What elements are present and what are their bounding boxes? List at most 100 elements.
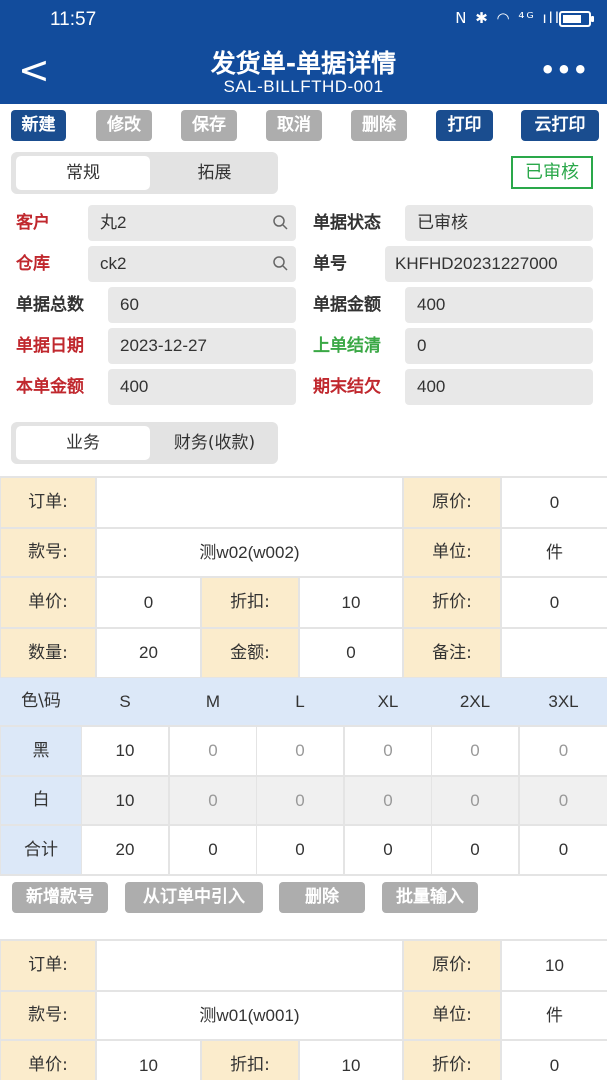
warehouse-field[interactable]: ck2: [88, 246, 296, 282]
import-from-order-button[interactable]: 从订单中引入: [125, 882, 263, 913]
size-qty-cell[interactable]: 0: [170, 727, 256, 775]
customer-field[interactable]: 丸2: [88, 205, 296, 241]
remark-label: 备注:: [404, 629, 500, 677]
cloud-print-button[interactable]: 云打印: [521, 110, 599, 141]
print-button[interactable]: 打印: [436, 110, 493, 141]
size-qty-cell[interactable]: 0: [345, 727, 431, 775]
tab-general[interactable]: 常规: [16, 156, 150, 190]
quantity-label: 数量:: [1, 629, 95, 677]
style-no-value[interactable]: 测w01(w001): [97, 992, 402, 1039]
app-header: 11:57 N ✱ ◠ ⁴ᴳ ıll < 发货单-单据详情 SAL-BILLFT…: [0, 0, 607, 104]
size-total-cell: 0: [432, 826, 518, 874]
unit-price-label: 单价:: [1, 1041, 95, 1080]
discount-value[interactable]: 10: [300, 1041, 402, 1080]
size-header: 3XL: [520, 678, 607, 725]
size-qty-cell[interactable]: 10: [82, 777, 168, 824]
unit-price-label: 单价:: [1, 578, 95, 627]
disc-price-label: 折价:: [404, 1041, 500, 1080]
size-qty-cell[interactable]: 0: [432, 777, 518, 824]
customer-value: 丸2: [100, 213, 127, 232]
disc-price-value[interactable]: 0: [502, 578, 607, 627]
bill-status-label: 单据状态: [313, 213, 381, 233]
discount-label: 折扣:: [202, 1041, 298, 1080]
size-header: M: [170, 678, 256, 725]
order-label: 订单:: [1, 941, 95, 990]
style-no-label: 款号:: [1, 992, 95, 1039]
size-total-cell: 20: [82, 826, 168, 874]
size-qty-cell[interactable]: 0: [257, 727, 343, 775]
size-qty-cell[interactable]: 10: [82, 727, 168, 775]
more-icon[interactable]: •••: [540, 56, 589, 84]
orig-price-value[interactable]: 10: [502, 941, 607, 990]
disc-price-label: 折价:: [404, 578, 500, 627]
tab-extension[interactable]: 拓展: [156, 156, 273, 190]
discount-value[interactable]: 10: [300, 578, 402, 627]
size-total-cell: 0: [170, 826, 256, 874]
size-qty-cell[interactable]: 0: [170, 777, 256, 824]
color-size-header: 色\码: [1, 678, 81, 725]
color-row-header: 黑: [1, 727, 81, 775]
save-button[interactable]: 保存: [181, 110, 237, 141]
end-balance-value: 400: [405, 369, 593, 405]
bill-date-label: 单据日期: [16, 336, 84, 356]
search-icon[interactable]: [272, 255, 288, 271]
amount-label: 金额:: [202, 629, 298, 677]
bill-no-label: 单号: [313, 254, 347, 274]
prev-balance-label: 上单结清: [313, 336, 381, 356]
unit-value[interactable]: 件: [502, 529, 607, 576]
status-time: 11:57: [50, 9, 97, 30]
bill-no-value: KHFHD20231227000: [385, 246, 593, 282]
bill-date-value[interactable]: 2023-12-27: [108, 328, 296, 364]
status-bar: 11:57 N ✱ ◠ ⁴ᴳ ıll: [0, 0, 607, 40]
page-title: 发货单-单据详情: [210, 49, 397, 78]
batch-input-button[interactable]: 批量输入: [382, 882, 478, 913]
remark-value[interactable]: [502, 629, 607, 677]
style-no-label: 款号:: [1, 529, 95, 576]
order-label: 订单:: [1, 478, 95, 527]
unit-value[interactable]: 件: [502, 992, 607, 1039]
delete-item-button[interactable]: 删除: [279, 882, 365, 913]
warehouse-label: 仓库: [16, 254, 50, 274]
system-status-icons: N ✱ ◠ ⁴ᴳ ıll: [455, 9, 561, 27]
status-badge: 已审核: [511, 156, 593, 189]
order-value[interactable]: [97, 478, 402, 527]
color-row-header: 白: [1, 777, 81, 824]
quantity-value: 20: [97, 629, 200, 677]
size-header: L: [257, 678, 343, 725]
edit-button[interactable]: 修改: [96, 110, 152, 141]
orig-price-value[interactable]: 0: [502, 478, 607, 527]
page-subtitle: SAL-BILLFTHD-001: [223, 77, 384, 96]
cancel-button[interactable]: 取消: [266, 110, 322, 141]
size-qty-cell[interactable]: 0: [257, 777, 343, 824]
delete-button[interactable]: 删除: [351, 110, 407, 141]
disc-price-value[interactable]: 0: [502, 1041, 607, 1080]
style-no-value[interactable]: 测w02(w002): [97, 529, 402, 576]
unit-label: 单位:: [404, 529, 500, 576]
size-qty-cell[interactable]: 0: [520, 727, 607, 775]
sub-tabs: 业务 财务(收款): [11, 422, 278, 464]
size-header: XL: [345, 678, 431, 725]
main-tabs: 常规 拓展: [11, 152, 278, 194]
bill-status-value: 已审核: [405, 205, 593, 241]
end-balance-label: 期末结欠: [313, 377, 381, 397]
orig-price-label: 原价:: [404, 478, 500, 527]
discount-label: 折扣:: [202, 578, 298, 627]
new-button[interactable]: 新建: [11, 110, 66, 141]
battery-icon: [559, 11, 594, 27]
prev-balance-value: 0: [405, 328, 593, 364]
tab-finance[interactable]: 财务(收款): [156, 426, 273, 460]
search-icon[interactable]: [272, 214, 288, 230]
customer-label: 客户: [16, 213, 50, 233]
size-qty-cell[interactable]: 0: [432, 727, 518, 775]
size-qty-cell[interactable]: 0: [345, 777, 431, 824]
unit-price-value[interactable]: 10: [97, 1041, 200, 1080]
tab-business[interactable]: 业务: [16, 426, 150, 460]
orig-price-label: 原价:: [404, 941, 500, 990]
order-value[interactable]: [97, 941, 402, 990]
unit-price-value[interactable]: 0: [97, 578, 200, 627]
total-qty-label: 单据总数: [16, 295, 84, 315]
size-qty-cell[interactable]: 0: [520, 777, 607, 824]
amount-value: 0: [300, 629, 402, 677]
this-amount-value: 400: [108, 369, 296, 405]
add-style-button[interactable]: 新增款号: [12, 882, 108, 913]
